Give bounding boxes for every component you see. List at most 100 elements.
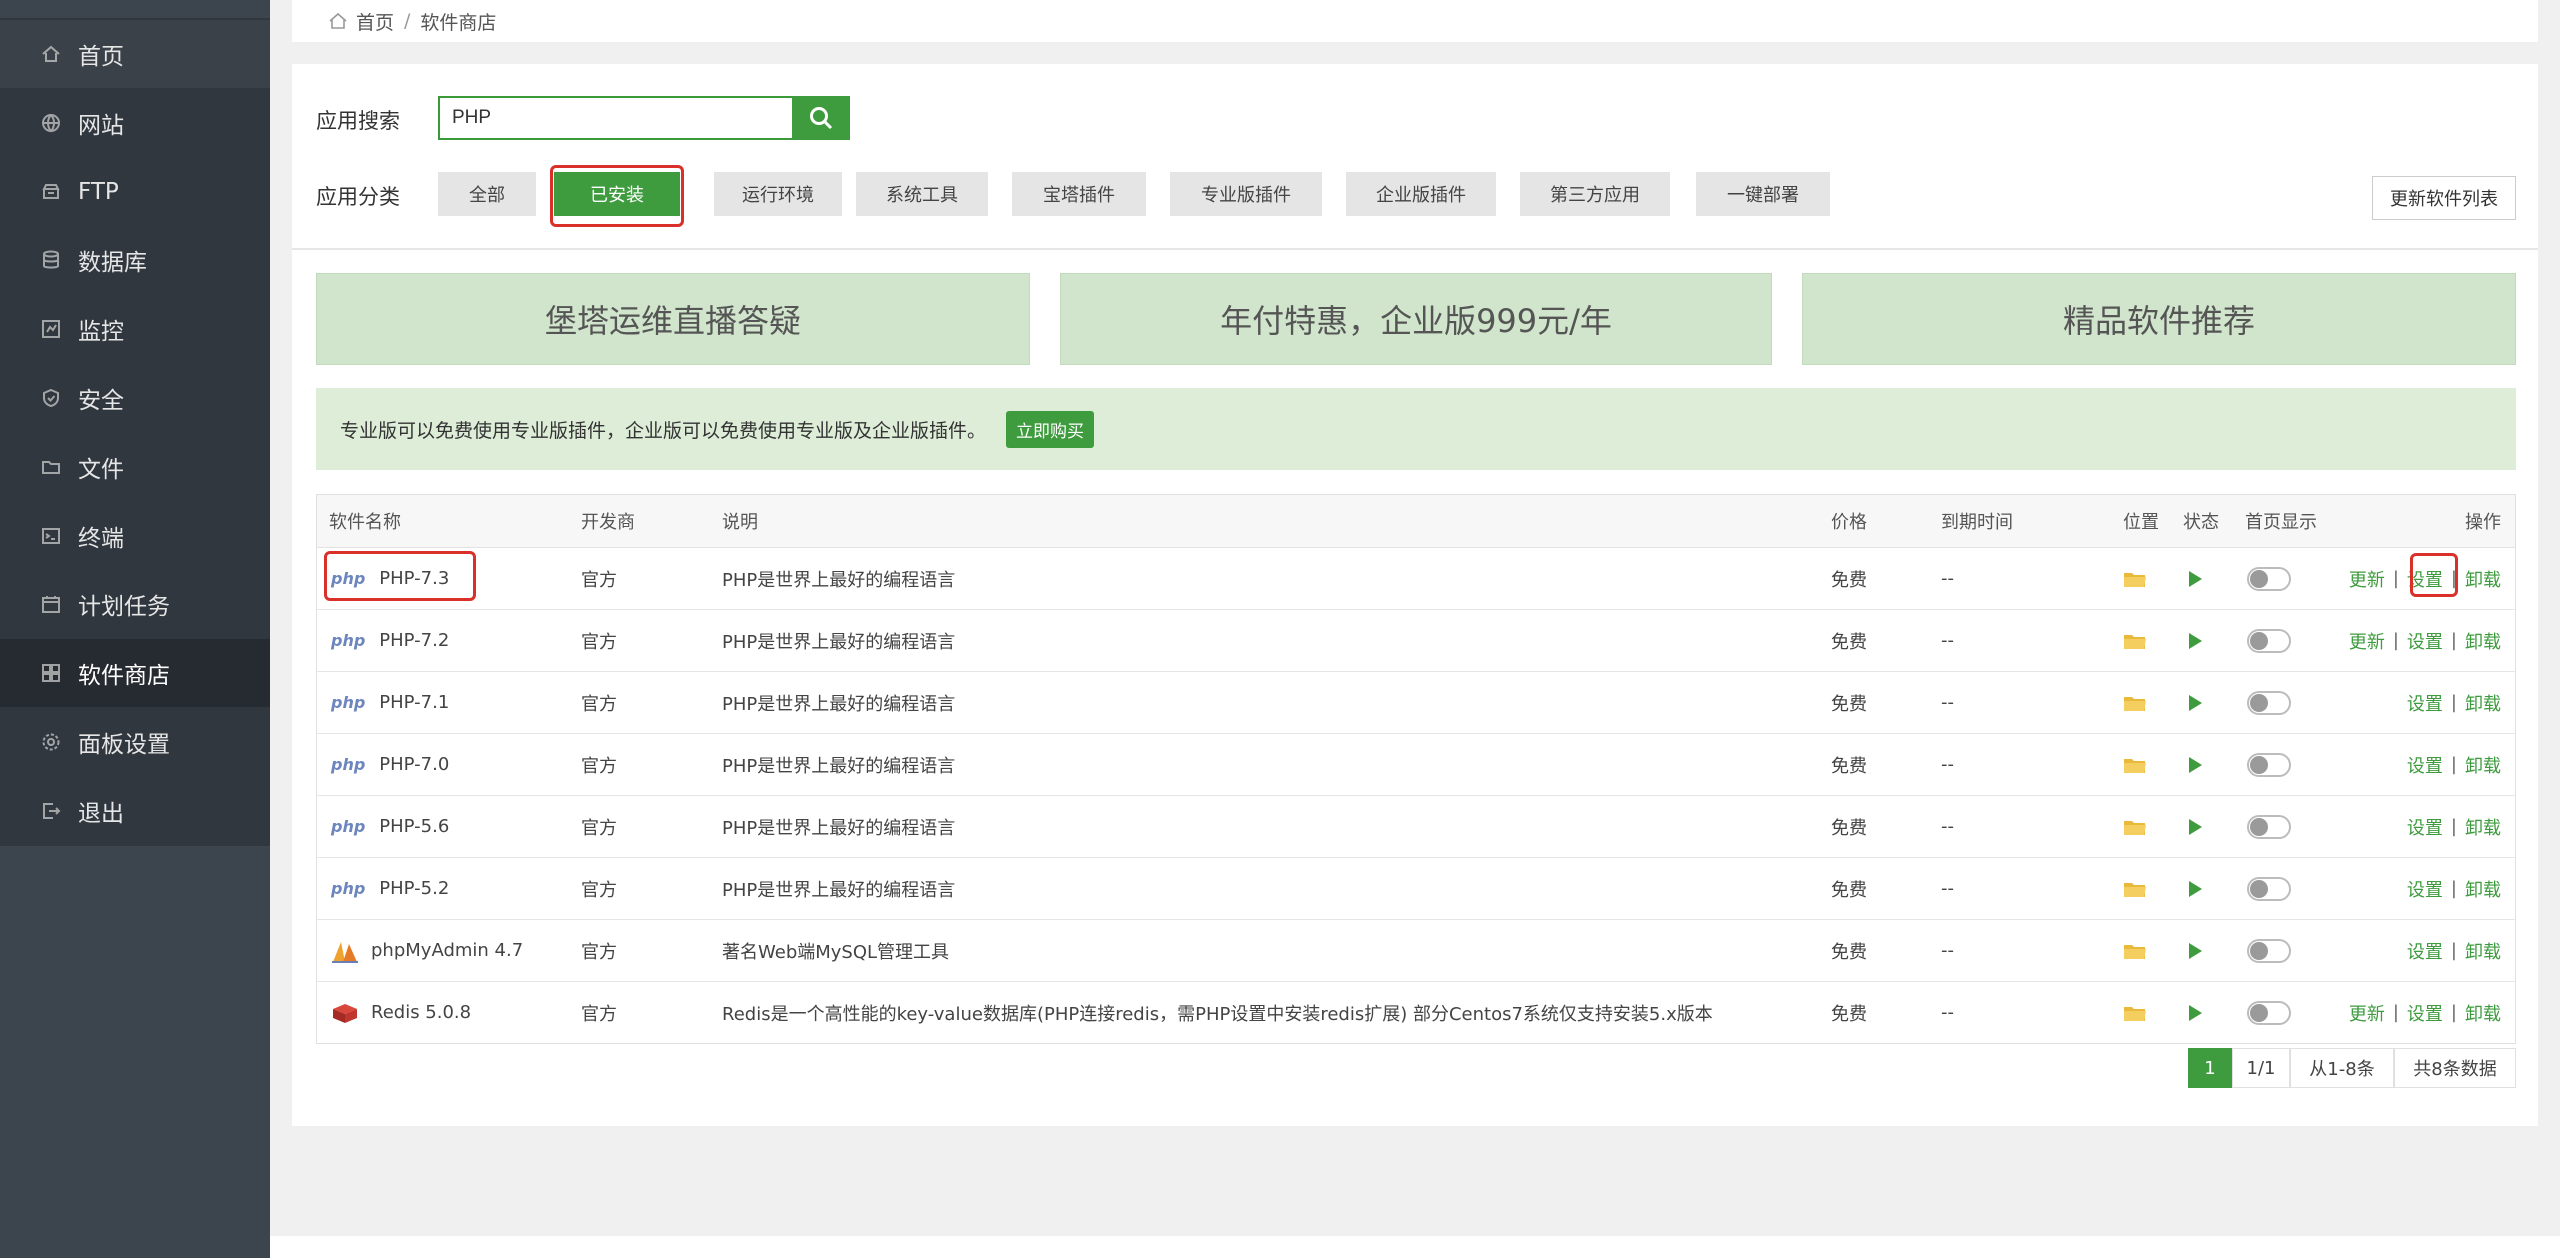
ftp-icon <box>40 181 62 203</box>
sidebar-item-database[interactable]: 数据库 <box>0 226 270 294</box>
update-link[interactable]: 更新 <box>2349 566 2385 592</box>
toggle-switch[interactable] <box>2247 876 2291 901</box>
play-icon[interactable] <box>2187 734 2203 795</box>
settings-link[interactable]: 设置 <box>2407 1000 2443 1026</box>
banner-enterprise-offer[interactable]: 年付特惠，企业版999元/年 <box>1060 273 1772 365</box>
homepage-toggle[interactable] <box>2247 610 2291 671</box>
sidebar-item-monitor[interactable]: 监控 <box>0 295 270 363</box>
settings-link[interactable]: 设置 <box>2407 876 2443 902</box>
uninstall-link[interactable]: 卸载 <box>2465 876 2501 902</box>
redis-logo-icon <box>331 999 359 1027</box>
sidebar-item-shield[interactable]: 安全 <box>0 364 270 432</box>
software-name[interactable]: php PHP-7.0 <box>331 734 449 795</box>
software-name[interactable]: phpMyAdmin 4.7 <box>331 920 523 981</box>
toggle-switch[interactable] <box>2247 752 2291 777</box>
homepage-toggle[interactable] <box>2247 672 2291 733</box>
uninstall-link[interactable]: 卸载 <box>2465 938 2501 964</box>
folder-icon[interactable] <box>2123 672 2147 733</box>
uninstall-link[interactable]: 卸载 <box>2465 566 2501 592</box>
breadcrumb-home[interactable]: 首页 <box>356 8 394 35</box>
sidebar-item-logout[interactable]: 退出 <box>0 777 270 845</box>
category-tab-7[interactable]: 第三方应用 <box>1520 172 1670 216</box>
update-link[interactable]: 更新 <box>2349 1000 2385 1026</box>
uninstall-link[interactable]: 卸载 <box>2465 752 2501 778</box>
homepage-toggle[interactable] <box>2247 920 2291 981</box>
sidebar-item-grid[interactable]: 软件商店 <box>0 639 270 708</box>
category-tab-3[interactable]: 系统工具 <box>856 172 988 216</box>
uninstall-link[interactable]: 卸载 <box>2465 814 2501 840</box>
software-name[interactable]: php PHP-5.2 <box>331 858 449 919</box>
folder-icon[interactable] <box>2123 920 2147 981</box>
table-row: phpMyAdmin 4.7 官方 著名Web端MySQL管理工具 免费 -- 设置 | 卸载 <box>317 920 2515 982</box>
sidebar-item-label: 网站 <box>78 112 124 139</box>
folder-icon[interactable] <box>2123 858 2147 919</box>
folder-icon[interactable] <box>2123 982 2147 1043</box>
settings-link[interactable]: 设置 <box>2407 814 2443 840</box>
play-icon[interactable] <box>2187 796 2203 857</box>
toggle-switch[interactable] <box>2247 814 2291 839</box>
play-icon[interactable] <box>2187 672 2203 733</box>
play-icon[interactable] <box>2187 858 2203 919</box>
search-button[interactable] <box>792 96 850 140</box>
search-input[interactable] <box>438 96 792 140</box>
refresh-software-list-button[interactable]: 更新软件列表 <box>2372 176 2516 220</box>
sidebar-item-terminal[interactable]: 终端 <box>0 502 270 570</box>
sidebar-item-gear[interactable]: 面板设置 <box>0 708 270 776</box>
php-logo-icon: php <box>331 755 366 774</box>
update-link[interactable]: 更新 <box>2349 628 2385 654</box>
sidebar-item-calendar[interactable]: 计划任务 <box>0 570 270 638</box>
sidebar-item-folder[interactable]: 文件 <box>0 433 270 501</box>
buy-now-button[interactable]: 立即购买 <box>1006 410 1095 448</box>
category-tab-6[interactable]: 企业版插件 <box>1346 172 1496 216</box>
folder-icon[interactable] <box>2123 548 2147 609</box>
homepage-toggle[interactable] <box>2247 858 2291 919</box>
category-tab-0[interactable]: 全部 <box>438 172 536 216</box>
software-name[interactable]: php PHP-7.1 <box>331 672 449 733</box>
col-price: 价格 <box>1831 512 1867 533</box>
pagination-current[interactable]: 1 <box>2188 1048 2232 1088</box>
homepage-toggle[interactable] <box>2247 796 2291 857</box>
toggle-switch[interactable] <box>2247 1000 2291 1025</box>
play-icon[interactable] <box>2187 548 2203 609</box>
settings-link[interactable]: 设置 <box>2407 752 2443 778</box>
toggle-switch[interactable] <box>2247 628 2291 653</box>
category-tab-2[interactable]: 运行环境 <box>714 172 842 216</box>
uninstall-link[interactable]: 卸载 <box>2465 628 2501 654</box>
uninstall-link[interactable]: 卸载 <box>2465 690 2501 716</box>
settings-link[interactable]: 设置 <box>2407 628 2443 654</box>
category-tab-5[interactable]: 专业版插件 <box>1170 172 1322 216</box>
toggle-switch[interactable] <box>2247 566 2291 591</box>
software-name-text: PHP-7.1 <box>379 692 450 713</box>
op-separator: | <box>2450 630 2457 651</box>
folder-icon[interactable] <box>2123 734 2147 795</box>
settings-link[interactable]: 设置 <box>2407 938 2443 964</box>
row-actions: 设置 | 卸载 <box>2407 796 2501 857</box>
folder-icon[interactable] <box>2123 610 2147 671</box>
toggle-switch[interactable] <box>2247 938 2291 963</box>
price: 免费 <box>1831 1003 1867 1025</box>
software-name[interactable]: php PHP-5.6 <box>331 796 449 857</box>
banner-live-qa[interactable]: 堡塔运维直播答疑 <box>316 273 1030 365</box>
folder-icon[interactable] <box>2123 796 2147 857</box>
banner-recommended[interactable]: 精品软件推荐 <box>1802 273 2516 365</box>
settings-link[interactable]: 设置 <box>2407 690 2443 716</box>
uninstall-link[interactable]: 卸载 <box>2465 1000 2501 1026</box>
software-name[interactable]: php PHP-7.2 <box>331 610 449 671</box>
play-icon[interactable] <box>2187 920 2203 981</box>
home-icon[interactable] <box>328 12 348 30</box>
sidebar-item-globe[interactable]: 网站 <box>0 89 270 157</box>
category-tab-4[interactable]: 宝塔插件 <box>1012 172 1146 216</box>
homepage-toggle[interactable] <box>2247 982 2291 1043</box>
toggle-switch[interactable] <box>2247 690 2291 715</box>
homepage-toggle[interactable] <box>2247 734 2291 795</box>
table-row: php PHP-7.3 官方 PHP是世界上最好的编程语言 免费 -- 更新 | 设置 | 卸载 <box>317 548 2515 610</box>
play-icon[interactable] <box>2187 610 2203 671</box>
sidebar-item-home[interactable]: 首页 <box>0 20 270 88</box>
sidebar-item-ftp[interactable]: FTP <box>0 158 270 226</box>
homepage-toggle[interactable] <box>2247 548 2291 609</box>
software-name[interactable]: Redis 5.0.8 <box>331 982 471 1043</box>
op-separator: | <box>2392 568 2399 589</box>
category-tab-8[interactable]: 一键部署 <box>1696 172 1830 216</box>
play-icon[interactable] <box>2187 982 2203 1043</box>
software-table: 软件名称 开发商 说明 价格 到期时间 位置 状态 首页显示 操作 php PHP… <box>316 494 2516 1044</box>
